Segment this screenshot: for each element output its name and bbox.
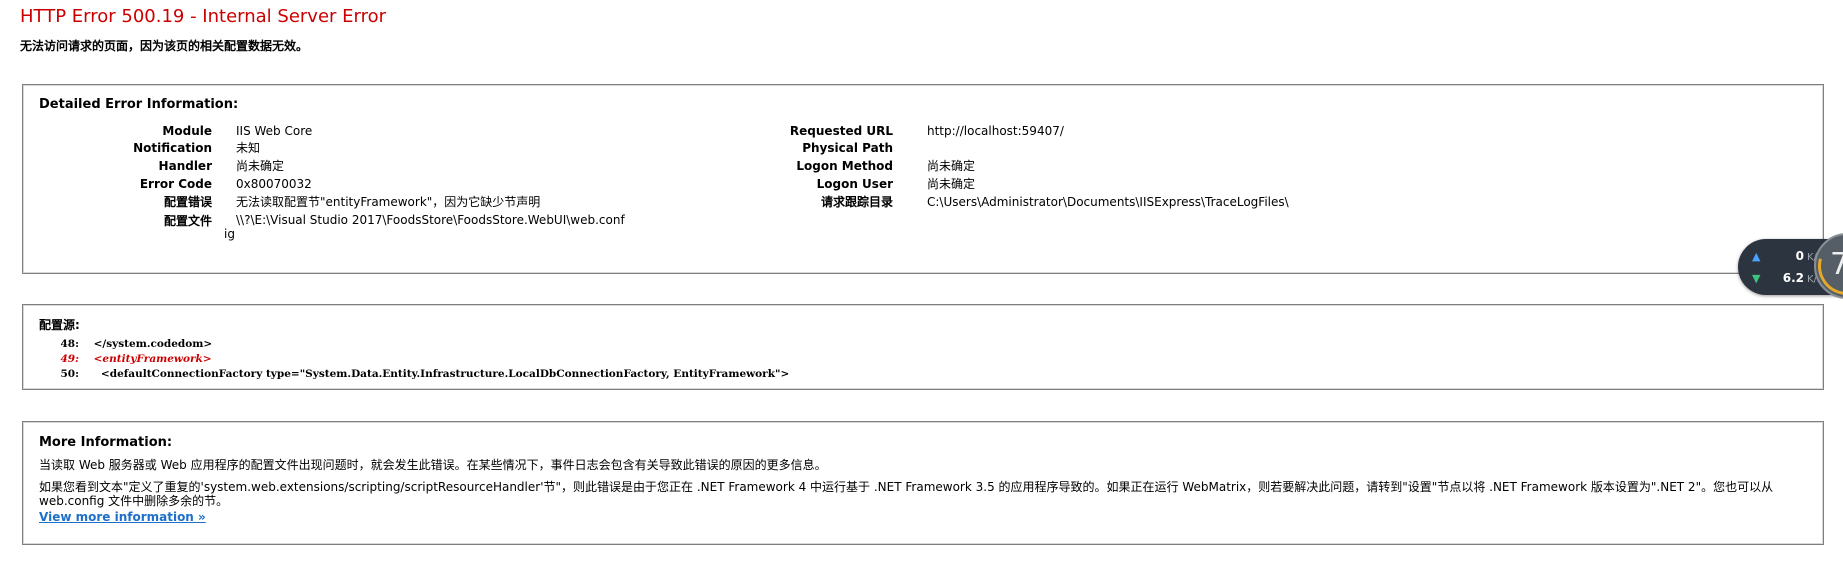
more-info-paragraph: 当读取 Web 服务器或 Web 应用程序的配置文件出现问题时，就会发生此错误。… (39, 458, 827, 472)
detailed-error-heading: Detailed Error Information: (39, 97, 239, 112)
detailed-error-panel: Detailed Error Information: Module IIS W… (22, 84, 1824, 274)
detail-key: Handler (158, 159, 212, 173)
detail-key: Notification (133, 141, 212, 155)
detail-key: Physical Path (802, 141, 893, 155)
config-source-code: 48: </system.codedom> 49: <entityFramewor… (39, 337, 790, 382)
detail-key: 配置错误 (163, 195, 212, 209)
upload-speed: ▲0K/s (1752, 249, 1822, 263)
more-info-paragraph: 如果您看到文本"定义了重复的'system.web.extensions/scr… (39, 480, 1774, 508)
detail-row-physical-path: Physical Path (723, 138, 1723, 158)
upload-value: 0 (1795, 249, 1804, 263)
view-more-information-link[interactable]: View more information » (39, 510, 206, 524)
detail-value: 0x80070032 (236, 177, 312, 191)
more-information-panel: More Information: 当读取 Web 服务器或 Web 应用程序的… (22, 421, 1824, 545)
page-subtitle: 无法访问请求的页面，因为该页的相关配置数据无效。 (20, 39, 309, 53)
detail-value: 尚未确定 (927, 159, 976, 173)
detail-value: 无法读取配置节"entityFramework"，因为它缺少节声明 (236, 195, 541, 209)
arrow-up-icon: ▲ (1752, 250, 1761, 263)
detail-key: Error Code (139, 177, 212, 191)
detail-row-handler: Handler 尚未确定 (23, 156, 723, 176)
config-source-heading: 配置源: (39, 318, 80, 332)
page-title: HTTP Error 500.19 - Internal Server Erro… (20, 6, 387, 27)
code-line: 48: </system.codedom> (39, 337, 789, 352)
detail-row-logon-method: Logon Method 尚未确定 (723, 156, 1723, 176)
speed-ball-icon[interactable]: 7 (1814, 233, 1843, 299)
detail-value: 尚未确定 (236, 159, 285, 173)
detail-value: C:\Users\Administrator\Documents\IISExpr… (927, 195, 1289, 209)
detail-key: Logon User (816, 177, 893, 191)
detail-row-trace-dir: 请求跟踪目录 C:\Users\Administrator\Documents\… (723, 192, 1723, 212)
code-line: 50: <defaultConnectionFactory type="Syst… (39, 367, 790, 382)
speed-ball-arc (1816, 235, 1843, 297)
code-text: </system.codedom> (79, 338, 213, 350)
detail-row-notification: Notification 未知 (23, 138, 723, 158)
detail-value-continued: ig (224, 227, 235, 241)
more-information-heading: More Information: (39, 435, 173, 450)
download-value: 6.2 (1782, 271, 1804, 285)
download-speed: ▼ 6.2 K/s (1752, 271, 1822, 285)
detail-value: 未知 (236, 141, 261, 155)
arrow-down-icon: ▼ (1752, 272, 1761, 285)
detail-value: \\?\E:\Visual Studio 2017\FoodsStore\Foo… (236, 213, 625, 227)
config-source-panel: 配置源: 48: </system.codedom> 49: <entityFra… (22, 304, 1824, 390)
detail-row-config-error: 配置错误 无法读取配置节"entityFramework"，因为它缺少节声明 (23, 192, 723, 212)
detail-key: 请求跟踪目录 (820, 195, 893, 209)
detail-row-config-file: 配置文件 \\?\E:\Visual Studio 2017\FoodsStor… (23, 213, 723, 247)
network-speed-widget[interactable]: ▲0K/s ▼6.2K/s 7 (1738, 233, 1843, 299)
code-text: <entityFramework> (79, 353, 212, 365)
detail-key: 配置文件 (163, 214, 212, 228)
detail-row-error-code: Error Code 0x80070032 (23, 174, 723, 194)
line-number: 48: (60, 338, 80, 350)
detail-value: 尚未确定 (927, 177, 976, 191)
line-number: 49: (60, 353, 80, 365)
detail-row-logon-user: Logon User 尚未确定 (723, 174, 1723, 194)
line-number: 50: (60, 368, 80, 380)
code-text: <defaultConnectionFactory type="System.D… (79, 368, 790, 380)
detail-key: Logon Method (796, 159, 893, 173)
code-line-highlighted: 49: <entityFramework> (39, 352, 789, 367)
